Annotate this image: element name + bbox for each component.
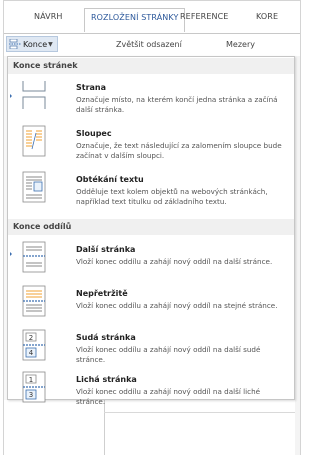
menu-item-description: Vloží konec oddílu a zahájí nový oddíl n… [76, 345, 261, 364]
document-right-edge [295, 56, 300, 455]
menu-item-title: Nepřetržitě [76, 289, 128, 298]
menu-item-strana[interactable]: Strana Označuje místo, na kterém končí j… [8, 79, 294, 119]
arrow-marker-icon [10, 252, 12, 256]
menu-item-nepretrzite[interactable]: Nepřetržitě Vloží konec oddílu a zahájí … [8, 285, 294, 325]
mezery-label: Mezery [226, 40, 255, 49]
icon-number: 2 [29, 334, 33, 342]
even-page-section-icon: 2 4 [22, 329, 46, 361]
section-heading-section-breaks: Konce oddílů [8, 219, 294, 235]
next-page-section-icon [22, 241, 46, 273]
menu-item-description: Označuje, že text následující za zalomen… [76, 141, 282, 160]
svg-text:4: 4 [29, 349, 34, 357]
menu-item-title: Strana [76, 83, 107, 92]
document-table-line [104, 412, 295, 413]
menu-item-description: Označuje místo, na kterém končí jedna st… [76, 95, 278, 114]
tab-reference[interactable]: REFERENCE [180, 12, 228, 21]
section-heading-page-breaks: Konce stránek [8, 58, 294, 74]
arrow-marker-icon [10, 94, 12, 98]
ribbon-commands: Konce ▼ Zvětšit odsazení Mezery [4, 34, 300, 56]
tab-rozlozeni-stranky[interactable]: ROZLOŽENÍ STRÁNKY [84, 8, 186, 32]
column-break-icon [22, 125, 46, 157]
svg-text:3: 3 [29, 391, 33, 399]
menu-item-licha-stranka[interactable]: 1 3 Lichá stránka Vloží konec oddílu a z… [8, 371, 294, 411]
menu-item-sloupec[interactable]: Sloupec Označuje, že text následující za… [8, 125, 294, 165]
breaks-dropdown-menu: Konce stránek Strana Označuje místo, na … [7, 56, 295, 406]
chevron-down-icon: ▼ [48, 40, 53, 48]
menu-item-title: Sudá stránka [76, 333, 136, 342]
menu-item-title: Sloupec [76, 129, 112, 138]
tab-korespondence[interactable]: KORE [256, 12, 278, 21]
zvetsit-odsazeni-label: Zvětšit odsazení [116, 40, 182, 49]
ribbon-tabs: NÁVRH ROZLOŽENÍ STRÁNKY REFERENCE KORE [4, 8, 300, 34]
text-wrapping-icon [22, 171, 46, 203]
menu-item-title: Další stránka [76, 245, 136, 254]
page-break-icon [22, 81, 46, 109]
icon-number: 1 [29, 376, 33, 384]
konce-button-label: Konce [23, 39, 48, 49]
breaks-icon [9, 39, 21, 49]
menu-item-description: Odděluje text kolem objektů na webových … [76, 187, 268, 206]
menu-item-title: Obtékání textu [76, 175, 144, 184]
menu-item-suda-stranka[interactable]: 2 4 Sudá stránka Vloží konec oddílu a za… [8, 329, 294, 369]
menu-item-description: Vloží konec oddílu a zahájí nový oddíl n… [76, 301, 278, 310]
continuous-section-icon [22, 285, 46, 317]
odd-page-section-icon: 1 3 [22, 371, 46, 403]
menu-item-obtekani-textu[interactable]: Obtékání textu Odděluje text kolem objek… [8, 171, 294, 215]
menu-item-dalsi-stranka[interactable]: Další stránka Vloží konec oddílu a zaháj… [8, 241, 294, 281]
menu-item-title: Lichá stránka [76, 375, 137, 384]
konce-button[interactable]: Konce ▼ [6, 36, 58, 52]
menu-item-description: Vloží konec oddílu a zahájí nový oddíl n… [76, 257, 273, 266]
tab-navrh[interactable]: NÁVRH [34, 12, 63, 21]
menu-item-description: Vloží konec oddílu a zahájí nový oddíl n… [76, 387, 261, 406]
